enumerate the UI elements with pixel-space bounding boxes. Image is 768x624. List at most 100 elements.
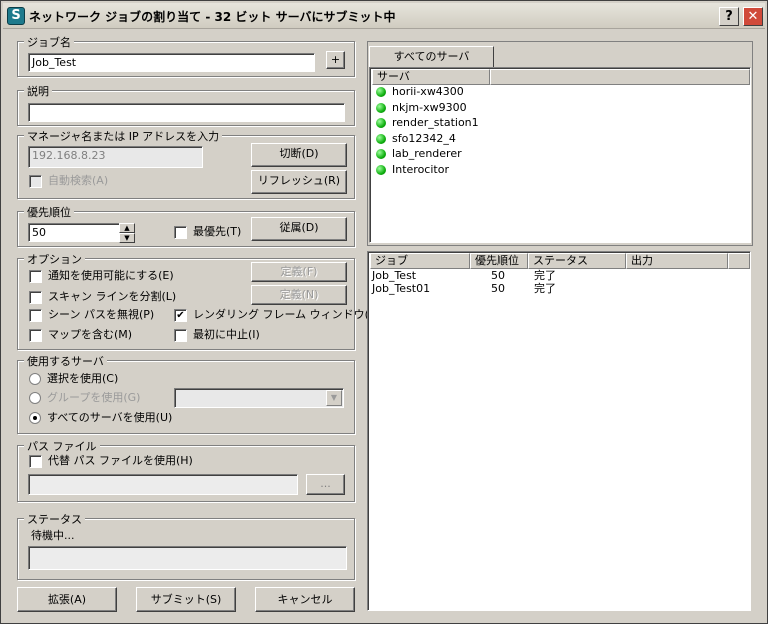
- refresh-button[interactable]: リフレッシュ(R): [251, 170, 347, 194]
- highest-priority-label: 最優先(T): [193, 225, 242, 238]
- server-name: horii-xw4300: [392, 85, 464, 98]
- notify-checkbox-box[interactable]: [29, 269, 42, 283]
- help-button[interactable]: ?: [719, 7, 739, 26]
- split-scan-checkbox-box[interactable]: [29, 290, 42, 304]
- server-column-header[interactable]: サーバ: [372, 69, 490, 85]
- app-icon: S: [7, 7, 25, 25]
- render-frame-window-label: レンダリング フレーム ウィンドウ(R): [193, 308, 381, 321]
- close-button[interactable]: ✕: [743, 7, 763, 26]
- render-frame-window-check-icon[interactable]: ✔: [174, 308, 187, 322]
- server-row[interactable]: render_station1: [376, 115, 479, 130]
- window-title: ネットワーク ジョブの割り当て - 32 ビット サーバにサブミット中: [29, 10, 396, 24]
- ignore-scene-path-label: シーン パスを無視(P): [48, 308, 155, 321]
- jobs-column-filler: [728, 253, 750, 269]
- autosearch-checkbox[interactable]: 自動検索(A): [29, 174, 108, 190]
- job-cell-priority: 50: [491, 282, 505, 295]
- network-job-assignment-window: S ネットワーク ジョブの割り当て - 32 ビット サーバにサブミット中 ? …: [0, 0, 768, 624]
- radio-selected-dot: [33, 416, 37, 420]
- server-name: sfo12342_4: [392, 131, 456, 145]
- description-legend: 説明: [24, 83, 52, 99]
- autosearch-label: 自動検索(A): [48, 174, 109, 187]
- server-list[interactable]: サーバ horii-xw4300 nkjm-xw9300 render_statio…: [369, 67, 751, 243]
- alt-path-label: 代替 パス ファイルを使用(H): [48, 454, 193, 467]
- use-all-radio-circle[interactable]: [29, 412, 41, 424]
- browse-button[interactable]: ...: [306, 474, 345, 495]
- priority-down-icon[interactable]: ▼: [119, 233, 135, 243]
- job-cell-job: Job_Test01: [372, 282, 431, 295]
- server-status-icon: [376, 118, 386, 128]
- highest-priority-checkbox-box[interactable]: [174, 225, 187, 239]
- options-legend: オプション: [24, 251, 85, 267]
- jobs-list[interactable]: ジョブ 優先順位 ステータス 出力 Job_Test 50 完了 Job_Test01…: [367, 251, 751, 611]
- status-column-header[interactable]: ステータス: [528, 253, 626, 269]
- use-selected-label: 選択を使用(C): [47, 372, 119, 385]
- use-selected-radio[interactable]: 選択を使用(C): [29, 372, 118, 388]
- priority-input[interactable]: 50: [28, 223, 120, 242]
- status-text: 待機中...: [31, 529, 75, 542]
- define-split-button[interactable]: 定義(N): [251, 285, 347, 305]
- server-row[interactable]: Interocitor: [376, 162, 449, 177]
- priority-column-header[interactable]: 優先順位: [470, 253, 528, 269]
- highest-priority-checkbox[interactable]: 最優先(T): [174, 225, 241, 241]
- job-name-legend: ジョブ名: [24, 34, 74, 50]
- use-selected-radio-circle[interactable]: [29, 373, 41, 385]
- include-maps-checkbox-box[interactable]: [29, 328, 42, 342]
- priority-up-icon[interactable]: ▲: [119, 223, 135, 233]
- split-scan-label: スキャン ラインを分割(L): [48, 290, 177, 303]
- autosearch-checkbox-box[interactable]: [29, 174, 42, 188]
- server-row[interactable]: sfo12342_4: [376, 131, 456, 146]
- use-all-radio[interactable]: すべてのサーバを使用(U): [29, 411, 172, 427]
- notify-checkbox[interactable]: 通知を使用可能にする(E): [29, 269, 174, 285]
- job-column-header[interactable]: ジョブ: [370, 253, 470, 269]
- description-input[interactable]: [28, 103, 345, 122]
- tab-all-servers[interactable]: すべてのサーバ: [369, 46, 494, 67]
- ignore-scene-path-checkbox[interactable]: シーン パスを無視(P): [29, 308, 154, 324]
- add-job-name-button[interactable]: +: [326, 51, 345, 69]
- server-row[interactable]: nkjm-xw9300: [376, 100, 467, 115]
- render-frame-window-checkbox[interactable]: ✔ レンダリング フレーム ウィンドウ(R): [174, 308, 381, 324]
- output-column-header[interactable]: 出力: [626, 253, 728, 269]
- stop-first-label: 最初に中止(I): [193, 328, 260, 341]
- chevron-down-icon[interactable]: ▼: [326, 390, 342, 406]
- use-group-radio[interactable]: グループを使用(G): [29, 391, 140, 407]
- submit-button[interactable]: サブミット(S): [136, 587, 236, 612]
- path-file-legend: パス ファイル: [24, 438, 100, 454]
- job-name-input[interactable]: Job_Test: [28, 53, 315, 72]
- define-notify-button[interactable]: 定義(F): [251, 262, 347, 282]
- status-progress-field: [28, 546, 347, 570]
- job-row[interactable]: Job_Test01 50 完了: [368, 281, 748, 296]
- server-name: nkjm-xw9300: [392, 100, 467, 114]
- depend-button[interactable]: 従属(D): [251, 217, 347, 241]
- cancel-button[interactable]: キャンセル: [255, 587, 355, 612]
- include-maps-checkbox[interactable]: マップを含む(M): [29, 328, 132, 344]
- server-name: Interocitor: [392, 162, 449, 176]
- use-group-radio-circle[interactable]: [29, 392, 41, 404]
- disconnect-button[interactable]: 切断(D): [251, 143, 347, 167]
- server-row[interactable]: lab_renderer: [376, 146, 462, 161]
- ignore-scene-path-checkbox-box[interactable]: [29, 308, 42, 322]
- path-file-input[interactable]: [28, 474, 298, 495]
- group-select[interactable]: ▼: [174, 388, 344, 408]
- use-all-label: すべてのサーバを使用(U): [47, 411, 173, 424]
- stop-first-checkbox-box[interactable]: [174, 328, 187, 342]
- include-maps-label: マップを含む(M): [48, 328, 133, 341]
- priority-legend: 優先順位: [24, 204, 74, 220]
- status-legend: ステータス: [24, 511, 85, 527]
- server-row[interactable]: horii-xw4300: [376, 84, 464, 99]
- server-status-icon: [376, 149, 386, 159]
- stop-first-checkbox[interactable]: 最初に中止(I): [174, 328, 260, 344]
- alt-path-checkbox[interactable]: 代替 パス ファイルを使用(H): [29, 454, 193, 470]
- split-scan-checkbox[interactable]: スキャン ラインを分割(L): [29, 290, 176, 306]
- servers-use-legend: 使用するサーバ: [24, 353, 107, 369]
- server-status-icon: [376, 164, 386, 175]
- title-bar[interactable]: S ネットワーク ジョブの割り当て - 32 ビット サーバにサブミット中 ? …: [3, 3, 765, 29]
- server-name: lab_renderer: [392, 147, 462, 160]
- server-status-icon: [376, 87, 386, 97]
- manager-legend: マネージャ名または IP アドレスを入力: [24, 128, 223, 144]
- notify-label: 通知を使用可能にする(E): [48, 269, 174, 282]
- job-cell-status: 完了: [534, 282, 556, 295]
- manager-address-input[interactable]: 192.168.8.23: [28, 146, 203, 168]
- use-group-label: グループを使用(G): [47, 391, 141, 404]
- expand-button[interactable]: 拡張(A): [17, 587, 117, 612]
- alt-path-checkbox-box[interactable]: [29, 454, 42, 468]
